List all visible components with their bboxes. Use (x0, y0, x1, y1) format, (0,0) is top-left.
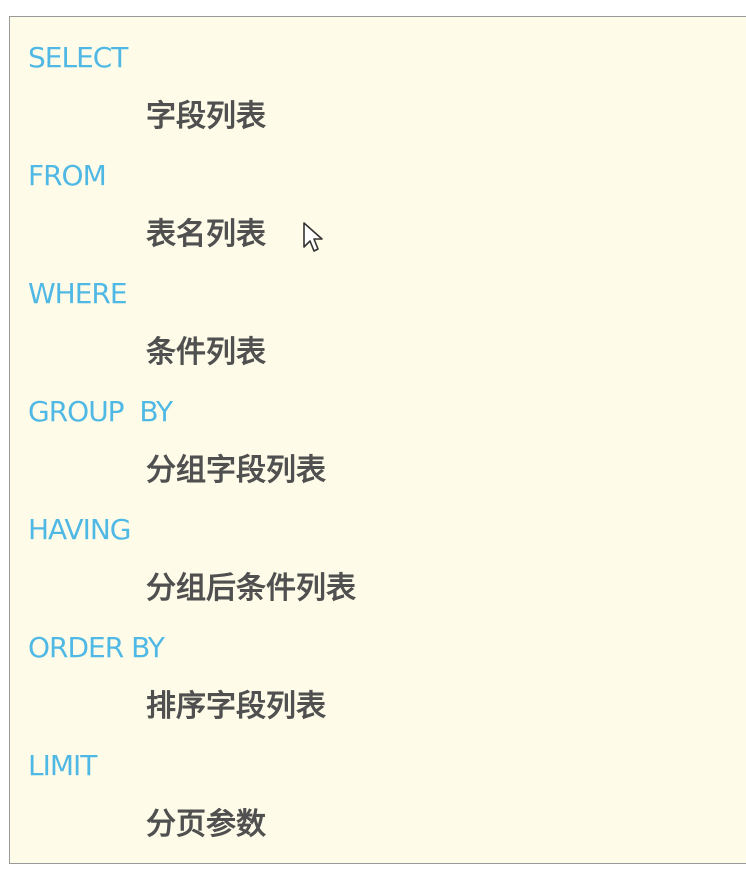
limit-keyword: LIMIT (28, 749, 97, 782)
having-argument: 分组后条件列表 (146, 571, 356, 606)
limit-argument: 分页参数 (146, 807, 266, 842)
select-argument: 字段列表 (146, 99, 266, 134)
mouse-pointer-icon (303, 222, 323, 252)
sql-syntax-panel: SELECT 字段列表 FROM 表名列表 WHERE 条件列表 GROUP B… (9, 16, 746, 864)
select-keyword: SELECT (28, 41, 128, 74)
having-keyword: HAVING (28, 513, 131, 546)
group-by-argument: 分组字段列表 (146, 453, 326, 488)
from-keyword: FROM (28, 159, 107, 192)
from-argument: 表名列表 (146, 217, 266, 252)
where-argument: 条件列表 (146, 335, 266, 370)
order-by-argument: 排序字段列表 (146, 689, 326, 724)
where-keyword: WHERE (28, 277, 128, 310)
group-by-keyword: GROUP BY (28, 395, 173, 428)
order-by-keyword: ORDER BY (28, 631, 165, 664)
